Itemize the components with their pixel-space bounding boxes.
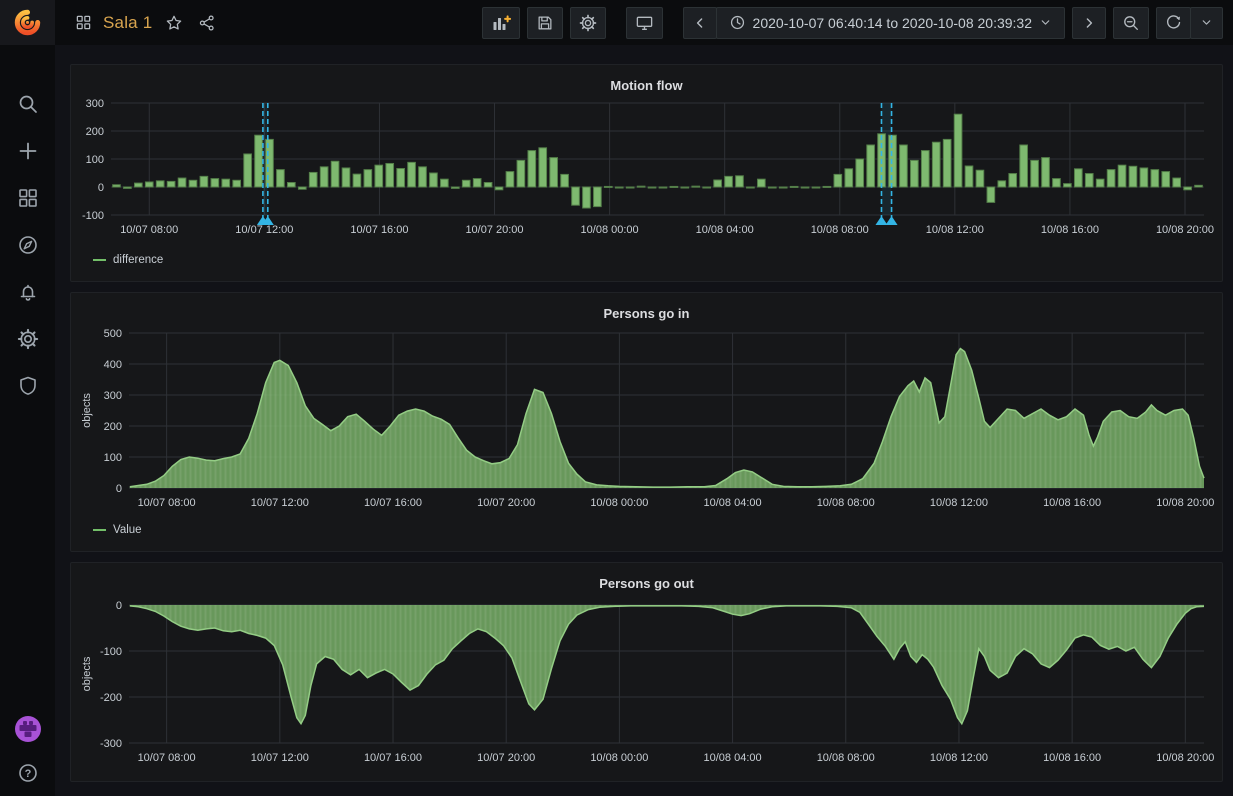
panel-motion-flow: Motion flow -100 0 100 200 300 10/07 08:00 10/… [70, 64, 1223, 282]
svg-text:0: 0 [116, 600, 122, 612]
svg-text:10/07 20:00: 10/07 20:00 [477, 752, 535, 764]
svg-text:-200: -200 [100, 692, 122, 704]
panel-title[interactable]: Motion flow [610, 78, 682, 93]
legend-series-label[interactable]: difference [113, 254, 163, 266]
persons-go-out-chart[interactable]: -300 -200 -100 0 10/07 08:00 10/07 12:00 10/07… [79, 595, 1214, 777]
legend-series-dash [93, 259, 106, 261]
persons-go-in-chart[interactable]: 0 100 200 300 400 500 10/07 08:00 10/07 12:00 10… [79, 325, 1214, 517]
user-avatar[interactable] [14, 715, 42, 743]
svg-text:10/08 00:00: 10/08 00:00 [581, 224, 639, 236]
svg-text:10/08 12:00: 10/08 12:00 [930, 497, 988, 509]
svg-text:10/08 20:00: 10/08 20:00 [1156, 752, 1214, 764]
motion-flow-chart[interactable]: -100 0 100 200 300 10/07 08:00 10/07 12:00 10/0… [79, 97, 1214, 247]
svg-text:300: 300 [104, 390, 122, 402]
grafana-logo[interactable] [0, 0, 55, 45]
panel-header: Persons go out [79, 571, 1214, 595]
time-range-forward-button[interactable] [1072, 6, 1106, 39]
time-picker-button[interactable]: 2020-10-07 06:40:14 to 2020-10-08 20:39:… [715, 6, 1065, 39]
svg-text:10/08 08:00: 10/08 08:00 [811, 224, 869, 236]
dashboard-title[interactable]: Sala 1 [103, 13, 152, 33]
svg-text:10/08 12:00: 10/08 12:00 [926, 224, 984, 236]
svg-text:10/07 08:00: 10/07 08:00 [138, 752, 196, 764]
help-icon[interactable] [17, 762, 39, 784]
svg-text:10/07 12:00: 10/07 12:00 [251, 752, 309, 764]
legend: Value [79, 517, 1214, 543]
svg-text:10/07 16:00: 10/07 16:00 [364, 497, 422, 509]
svg-text:10/08 16:00: 10/08 16:00 [1043, 752, 1101, 764]
svg-text:500: 500 [104, 328, 122, 340]
svg-text:10/08 04:00: 10/08 04:00 [696, 224, 754, 236]
legend-series-dash [93, 529, 106, 531]
add-panel-button[interactable] [481, 6, 520, 39]
svg-text:200: 200 [104, 421, 122, 433]
explore-compass-icon[interactable] [17, 234, 39, 256]
server-admin-shield-icon[interactable] [17, 375, 39, 397]
svg-text:100: 100 [104, 452, 122, 464]
cycle-view-mode-button[interactable] [625, 6, 663, 39]
dashboard-settings-button[interactable] [569, 6, 606, 39]
refresh-button[interactable] [1156, 6, 1191, 39]
dashboard: Motion flow -100 0 100 200 300 10/07 08:00 10/… [55, 45, 1233, 796]
sidebar [0, 0, 55, 796]
svg-text:-100: -100 [100, 646, 122, 658]
svg-text:300: 300 [86, 98, 104, 110]
svg-text:-300: -300 [100, 738, 122, 750]
svg-text:10/08 16:00: 10/08 16:00 [1043, 497, 1101, 509]
time-range-back-button[interactable] [682, 6, 717, 39]
svg-text:100: 100 [86, 154, 104, 166]
svg-text:10/07 12:00: 10/07 12:00 [235, 224, 293, 236]
apps-grid-icon [75, 14, 92, 31]
zoom-out-time-button[interactable] [1113, 6, 1149, 39]
save-dashboard-button[interactable] [526, 6, 563, 39]
chart-svg: -300 -200 -100 0 10/07 08:00 10/07 12:00 10/07… [81, 600, 1214, 764]
svg-text:10/08 12:00: 10/08 12:00 [930, 752, 988, 764]
create-icon[interactable] [17, 140, 39, 162]
svg-text:10/08 04:00: 10/08 04:00 [704, 752, 762, 764]
panel-persons-go-in: Persons go in 0 100 200 300 400 500 10/07 08:0… [70, 292, 1223, 552]
svg-text:10/07 16:00: 10/07 16:00 [364, 752, 422, 764]
svg-text:objects: objects [81, 393, 93, 428]
svg-text:10/08 20:00: 10/08 20:00 [1156, 497, 1214, 509]
svg-text:10/08 20:00: 10/08 20:00 [1156, 224, 1214, 236]
chart-svg: -100 0 100 200 300 10/07 08:00 10/07 12:00 10/0… [82, 98, 1214, 236]
configuration-gear-icon[interactable] [17, 328, 39, 350]
navbar: Sala 1 2020-10-07 06:40:14 to 2020-10-08… [55, 0, 1233, 45]
svg-text:10/07 12:00: 10/07 12:00 [251, 497, 309, 509]
svg-text:400: 400 [104, 359, 122, 371]
svg-text:objects: objects [81, 656, 93, 691]
svg-text:10/07 16:00: 10/07 16:00 [350, 224, 408, 236]
search-icon[interactable] [17, 93, 39, 115]
svg-text:10/07 08:00: 10/07 08:00 [138, 497, 196, 509]
legend: difference [79, 247, 1214, 273]
svg-text:10/08 00:00: 10/08 00:00 [590, 497, 648, 509]
svg-text:10/08 16:00: 10/08 16:00 [1041, 224, 1099, 236]
chevron-down-icon [1039, 16, 1052, 29]
svg-text:10/07 08:00: 10/07 08:00 [120, 224, 178, 236]
clock-icon [729, 14, 746, 31]
svg-text:10/08 04:00: 10/08 04:00 [704, 497, 762, 509]
sidebar-menu [17, 93, 39, 397]
panel-persons-go-out: Persons go out -300 -200 -100 0 10/07 08:00 1… [70, 562, 1223, 782]
svg-text:-100: -100 [82, 210, 104, 222]
svg-text:10/07 20:00: 10/07 20:00 [477, 497, 535, 509]
panel-title[interactable]: Persons go in [604, 306, 690, 321]
alerting-bell-icon[interactable] [17, 281, 39, 303]
svg-text:0: 0 [116, 483, 122, 495]
svg-text:10/08 08:00: 10/08 08:00 [817, 752, 875, 764]
panel-title[interactable]: Persons go out [599, 576, 694, 591]
refresh-interval-caret-button[interactable] [1190, 6, 1223, 39]
time-range-text: 2020-10-07 06:40:14 to 2020-10-08 20:39:… [752, 14, 1032, 31]
panel-header: Motion flow [79, 73, 1214, 97]
panel-header: Persons go in [79, 301, 1214, 325]
svg-text:10/08 08:00: 10/08 08:00 [817, 497, 875, 509]
svg-text:0: 0 [98, 182, 104, 194]
chart-svg: 0 100 200 300 400 500 10/07 08:00 10/07 12:00 10… [81, 328, 1214, 509]
legend-series-label[interactable]: Value [113, 524, 142, 536]
share-button[interactable] [196, 12, 218, 34]
star-button[interactable] [163, 12, 185, 34]
svg-text:10/07 20:00: 10/07 20:00 [465, 224, 523, 236]
svg-text:10/08 00:00: 10/08 00:00 [590, 752, 648, 764]
dashboards-icon[interactable] [17, 187, 39, 209]
svg-text:200: 200 [86, 126, 104, 138]
